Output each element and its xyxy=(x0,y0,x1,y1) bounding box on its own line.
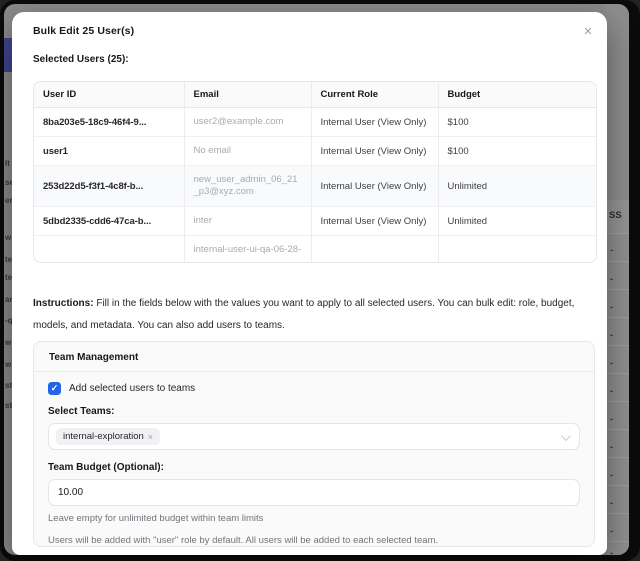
team-budget-input[interactable] xyxy=(48,479,580,506)
column-header: Budget xyxy=(438,82,596,108)
background-dash: - xyxy=(610,416,613,424)
column-header: Email xyxy=(184,82,311,108)
table-row: internal-user-ui-qa-06-28- xyxy=(34,236,596,264)
teams-multiselect[interactable]: internal-exploration × xyxy=(48,423,580,450)
team-management-section: Team Management ✓ Add selected users to … xyxy=(33,341,595,547)
background-dash: - xyxy=(610,332,613,340)
background-dash: - xyxy=(610,388,613,396)
user-table-header-row: User IDEmailCurrent RoleBudget xyxy=(34,82,596,108)
cell-user_id xyxy=(34,236,184,264)
cell-email: new_user_admin_06_21_p3@xyz.com xyxy=(184,166,311,207)
background-dash: - xyxy=(610,276,613,284)
table-row: 5dbd2335-cdd6-47ca-b...interInternal Use… xyxy=(34,207,596,236)
background-dash: - xyxy=(610,550,613,555)
cell-user_id: user1 xyxy=(34,137,184,166)
table-row: 8ba203e5-18c9-46f4-9...user2@example.com… xyxy=(34,108,596,137)
select-teams-label: Select Teams: xyxy=(48,406,580,417)
cell-budget: $100 xyxy=(438,108,596,137)
cell-role: Internal User (View Only) xyxy=(311,137,438,166)
cell-email: No email xyxy=(184,137,311,166)
selected-users-table[interactable]: User IDEmailCurrent RoleBudget 8ba203e5-… xyxy=(33,81,597,263)
instructions-body: Fill in the fields below with the values… xyxy=(33,298,574,331)
background-dash: - xyxy=(610,304,613,312)
user-table-body: 8ba203e5-18c9-46f4-9...user2@example.com… xyxy=(34,108,596,264)
browser-window-frame: ltseerwtetear-qwwstst SS ------------ Bu… xyxy=(0,0,640,561)
background-column-header: SS xyxy=(609,210,622,221)
cell-user_id: 253d22d5-f3f1-4c8f-b... xyxy=(34,166,184,207)
team-note-text: Users will be added with "user" role by … xyxy=(48,535,580,546)
background-dash: - xyxy=(610,528,613,536)
background-table-strip: SS - - - - - - - - - - - - xyxy=(606,4,629,555)
close-icon[interactable]: ✕ xyxy=(580,23,596,39)
table-row: 253d22d5-f3f1-4c8f-b...new_user_admin_06… xyxy=(34,166,596,207)
team-management-heading: Team Management xyxy=(34,342,594,372)
selected-users-heading: Selected Users (25): xyxy=(33,54,129,65)
column-header: User ID xyxy=(34,82,184,108)
background-text-fragment: lt xyxy=(5,159,10,169)
cell-budget: Unlimited xyxy=(438,166,596,207)
cell-budget: Unlimited xyxy=(438,207,596,236)
table-row: user1No emailInternal User (View Only)$1… xyxy=(34,137,596,166)
cell-email: inter xyxy=(184,207,311,236)
instructions-text: Instructions: Fill in the fields below w… xyxy=(33,293,595,337)
add-to-teams-label: Add selected users to teams xyxy=(69,383,195,394)
budget-helper-text: Leave empty for unlimited budget within … xyxy=(48,513,580,524)
cell-email: user2@example.com xyxy=(184,108,311,137)
background-text-fragment: w xyxy=(5,338,11,348)
bulk-edit-modal: Bulk Edit 25 User(s) ✕ Selected Users (2… xyxy=(12,12,607,555)
cell-role: Internal User (View Only) xyxy=(311,166,438,207)
team-budget-label: Team Budget (Optional): xyxy=(48,462,580,473)
team-tag-label: internal-exploration xyxy=(63,431,144,442)
background-text-fragment: w xyxy=(5,360,11,370)
background-dash: - xyxy=(610,500,613,508)
cell-role: Internal User (View Only) xyxy=(311,108,438,137)
cell-role: Internal User (View Only) xyxy=(311,207,438,236)
instructions-label: Instructions: xyxy=(33,298,94,309)
cell-role xyxy=(311,236,438,264)
background-dash: - xyxy=(610,472,613,480)
cell-user_id: 8ba203e5-18c9-46f4-9... xyxy=(34,108,184,137)
column-header: Current Role xyxy=(311,82,438,108)
cell-email: internal-user-ui-qa-06-28- xyxy=(184,236,311,264)
cell-budget xyxy=(438,236,596,264)
tag-remove-icon[interactable]: × xyxy=(148,432,153,442)
add-to-teams-checkbox[interactable]: ✓ xyxy=(48,382,61,395)
chevron-down-icon xyxy=(561,431,571,441)
background-dash: - xyxy=(610,360,613,368)
background-dash: - xyxy=(610,444,613,452)
team-tag[interactable]: internal-exploration × xyxy=(56,428,160,445)
background-dash: - xyxy=(610,247,613,255)
background-text-fragment: w xyxy=(5,233,11,243)
cell-user_id: 5dbd2335-cdd6-47ca-b... xyxy=(34,207,184,236)
cell-budget: $100 xyxy=(438,137,596,166)
modal-title: Bulk Edit 25 User(s) xyxy=(33,25,134,37)
